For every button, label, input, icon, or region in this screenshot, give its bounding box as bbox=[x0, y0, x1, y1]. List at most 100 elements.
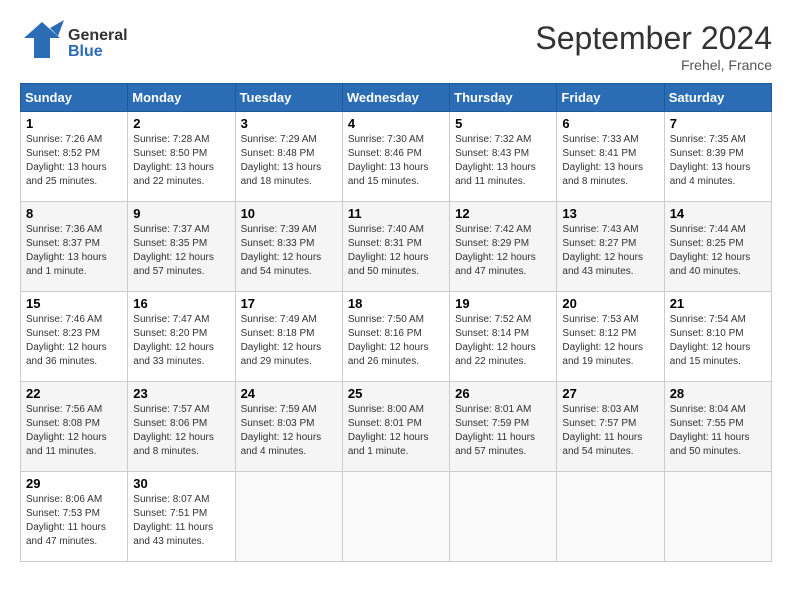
day-number: 11 bbox=[348, 206, 444, 221]
day-info: Sunrise: 7:42 AM Sunset: 8:29 PM Dayligh… bbox=[455, 223, 551, 279]
calendar-cell: 7 Sunrise: 7:35 AM Sunset: 8:39 PM Daylig… bbox=[664, 112, 771, 202]
calendar-cell: 12 Sunrise: 7:42 AM Sunset: 8:29 PM Dayli… bbox=[450, 202, 557, 292]
day-number: 1 bbox=[26, 116, 122, 131]
day-number: 30 bbox=[133, 476, 229, 491]
page-header: General Blue September 2024 Frehel, Fran… bbox=[20, 20, 772, 73]
location: Frehel, France bbox=[535, 57, 772, 73]
day-number: 22 bbox=[26, 386, 122, 401]
day-number: 10 bbox=[241, 206, 337, 221]
calendar-cell: 5 Sunrise: 7:32 AM Sunset: 8:43 PM Daylig… bbox=[450, 112, 557, 202]
day-info: Sunrise: 7:35 AM Sunset: 8:39 PM Dayligh… bbox=[670, 133, 766, 189]
day-number: 12 bbox=[455, 206, 551, 221]
day-number: 24 bbox=[241, 386, 337, 401]
calendar-day-header-monday: Monday bbox=[128, 84, 235, 112]
calendar-cell: 3Sunrise: 7:29 AM Sunset: 8:48 PM Daylig… bbox=[235, 112, 342, 202]
calendar-cell: 15 Sunrise: 7:46 AM Sunset: 8:23 PM Dayli… bbox=[21, 292, 128, 382]
calendar-cell: 19 Sunrise: 7:52 AM Sunset: 8:14 PM Dayli… bbox=[450, 292, 557, 382]
day-number: 27 bbox=[562, 386, 658, 401]
calendar-cell: 26 Sunrise: 8:01 AM Sunset: 7:59 PM Dayli… bbox=[450, 382, 557, 472]
day-info: Sunrise: 7:47 AM Sunset: 8:20 PM Dayligh… bbox=[133, 313, 229, 369]
day-info: Sunrise: 7:52 AM Sunset: 8:14 PM Dayligh… bbox=[455, 313, 551, 369]
calendar-cell: 23 Sunrise: 7:57 AM Sunset: 8:06 PM Dayli… bbox=[128, 382, 235, 472]
calendar-cell bbox=[557, 472, 664, 562]
day-info: Sunrise: 7:54 AM Sunset: 8:10 PM Dayligh… bbox=[670, 313, 766, 369]
day-number: 29 bbox=[26, 476, 122, 491]
calendar-week-row: 8Sunrise: 7:36 AM Sunset: 8:37 PM Daylig… bbox=[21, 202, 772, 292]
logo-blue: Blue bbox=[68, 44, 128, 60]
day-info: Sunrise: 7:33 AM Sunset: 8:41 PM Dayligh… bbox=[562, 133, 658, 189]
day-info: Sunrise: 7:46 AM Sunset: 8:23 PM Dayligh… bbox=[26, 313, 122, 369]
calendar-cell: 24 Sunrise: 7:59 AM Sunset: 8:03 PM Dayli… bbox=[235, 382, 342, 472]
calendar-cell bbox=[664, 472, 771, 562]
day-info: Sunrise: 7:44 AM Sunset: 8:25 PM Dayligh… bbox=[670, 223, 766, 279]
day-number: 20 bbox=[562, 296, 658, 311]
day-info: Sunrise: 8:01 AM Sunset: 7:59 PM Dayligh… bbox=[455, 403, 551, 459]
day-info: Sunrise: 7:37 AM Sunset: 8:35 PM Dayligh… bbox=[133, 223, 229, 279]
calendar-cell: 4Sunrise: 7:30 AM Sunset: 8:46 PM Daylig… bbox=[342, 112, 449, 202]
calendar-cell: 11 Sunrise: 7:40 AM Sunset: 8:31 PM Dayli… bbox=[342, 202, 449, 292]
calendar-day-header-wednesday: Wednesday bbox=[342, 84, 449, 112]
calendar-header: SundayMondayTuesdayWednesdayThursdayFrid… bbox=[21, 84, 772, 112]
calendar-day-header-saturday: Saturday bbox=[664, 84, 771, 112]
day-number: 17 bbox=[241, 296, 337, 311]
day-number: 5 bbox=[455, 116, 551, 131]
day-info: Sunrise: 7:59 AM Sunset: 8:03 PM Dayligh… bbox=[241, 403, 337, 459]
day-info: Sunrise: 7:26 AM Sunset: 8:52 PM Dayligh… bbox=[26, 133, 122, 189]
calendar-cell: 14 Sunrise: 7:44 AM Sunset: 8:25 PM Dayli… bbox=[664, 202, 771, 292]
day-info: Sunrise: 7:53 AM Sunset: 8:12 PM Dayligh… bbox=[562, 313, 658, 369]
calendar-week-row: 15 Sunrise: 7:46 AM Sunset: 8:23 PM Dayli… bbox=[21, 292, 772, 382]
day-number: 15 bbox=[26, 296, 122, 311]
day-info: Sunrise: 7:32 AM Sunset: 8:43 PM Dayligh… bbox=[455, 133, 551, 189]
calendar-cell: 1 Sunrise: 7:26 AM Sunset: 8:52 PM Daylig… bbox=[21, 112, 128, 202]
day-number: 25 bbox=[348, 386, 444, 401]
day-number: 7 bbox=[670, 116, 766, 131]
day-info: Sunrise: 8:00 AM Sunset: 8:01 PM Dayligh… bbox=[348, 403, 444, 459]
day-number: 18 bbox=[348, 296, 444, 311]
title-area: September 2024 Frehel, France bbox=[535, 20, 772, 73]
day-info: Sunrise: 7:40 AM Sunset: 8:31 PM Dayligh… bbox=[348, 223, 444, 279]
calendar-cell: 25 Sunrise: 8:00 AM Sunset: 8:01 PM Dayli… bbox=[342, 382, 449, 472]
logo-text: General Blue bbox=[68, 28, 128, 60]
day-info: Sunrise: 7:56 AM Sunset: 8:08 PM Dayligh… bbox=[26, 403, 122, 459]
calendar-day-header-thursday: Thursday bbox=[450, 84, 557, 112]
day-number: 23 bbox=[133, 386, 229, 401]
day-info: Sunrise: 8:04 AM Sunset: 7:55 PM Dayligh… bbox=[670, 403, 766, 459]
month-title: September 2024 bbox=[535, 20, 772, 57]
calendar-cell: 13 Sunrise: 7:43 AM Sunset: 8:27 PM Dayli… bbox=[557, 202, 664, 292]
day-info: Sunrise: 7:57 AM Sunset: 8:06 PM Dayligh… bbox=[133, 403, 229, 459]
calendar-week-row: 1 Sunrise: 7:26 AM Sunset: 8:52 PM Daylig… bbox=[21, 112, 772, 202]
day-number: 2 bbox=[133, 116, 229, 131]
calendar-cell: 6 Sunrise: 7:33 AM Sunset: 8:41 PM Daylig… bbox=[557, 112, 664, 202]
calendar-day-header-sunday: Sunday bbox=[21, 84, 128, 112]
calendar-day-header-friday: Friday bbox=[557, 84, 664, 112]
calendar-cell: 8Sunrise: 7:36 AM Sunset: 8:37 PM Daylig… bbox=[21, 202, 128, 292]
day-info: Sunrise: 7:39 AM Sunset: 8:33 PM Dayligh… bbox=[241, 223, 337, 279]
day-number: 6 bbox=[562, 116, 658, 131]
day-number: 16 bbox=[133, 296, 229, 311]
logo-general: General bbox=[68, 28, 128, 44]
calendar-cell: 21Sunrise: 7:54 AM Sunset: 8:10 PM Dayli… bbox=[664, 292, 771, 382]
day-number: 28 bbox=[670, 386, 766, 401]
calendar-cell bbox=[342, 472, 449, 562]
logo-icon bbox=[20, 20, 64, 67]
calendar-cell bbox=[235, 472, 342, 562]
day-info: Sunrise: 8:07 AM Sunset: 7:51 PM Dayligh… bbox=[133, 493, 229, 549]
calendar-cell: 28 Sunrise: 8:04 AM Sunset: 7:55 PM Dayli… bbox=[664, 382, 771, 472]
day-number: 3 bbox=[241, 116, 337, 131]
day-number: 13 bbox=[562, 206, 658, 221]
calendar-week-row: 29Sunrise: 8:06 AM Sunset: 7:53 PM Dayli… bbox=[21, 472, 772, 562]
day-number: 14 bbox=[670, 206, 766, 221]
calendar-cell bbox=[450, 472, 557, 562]
calendar-cell: 18Sunrise: 7:50 AM Sunset: 8:16 PM Dayli… bbox=[342, 292, 449, 382]
calendar-cell: 9Sunrise: 7:37 AM Sunset: 8:35 PM Daylig… bbox=[128, 202, 235, 292]
calendar-week-row: 22 Sunrise: 7:56 AM Sunset: 8:08 PM Dayli… bbox=[21, 382, 772, 472]
day-number: 26 bbox=[455, 386, 551, 401]
day-info: Sunrise: 8:03 AM Sunset: 7:57 PM Dayligh… bbox=[562, 403, 658, 459]
day-info: Sunrise: 7:30 AM Sunset: 8:46 PM Dayligh… bbox=[348, 133, 444, 189]
day-info: Sunrise: 7:43 AM Sunset: 8:27 PM Dayligh… bbox=[562, 223, 658, 279]
day-number: 19 bbox=[455, 296, 551, 311]
calendar-table: SundayMondayTuesdayWednesdayThursdayFrid… bbox=[20, 83, 772, 562]
logo: General Blue bbox=[20, 20, 128, 67]
day-info: Sunrise: 7:49 AM Sunset: 8:18 PM Dayligh… bbox=[241, 313, 337, 369]
calendar-cell: 16 Sunrise: 7:47 AM Sunset: 8:20 PM Dayli… bbox=[128, 292, 235, 382]
